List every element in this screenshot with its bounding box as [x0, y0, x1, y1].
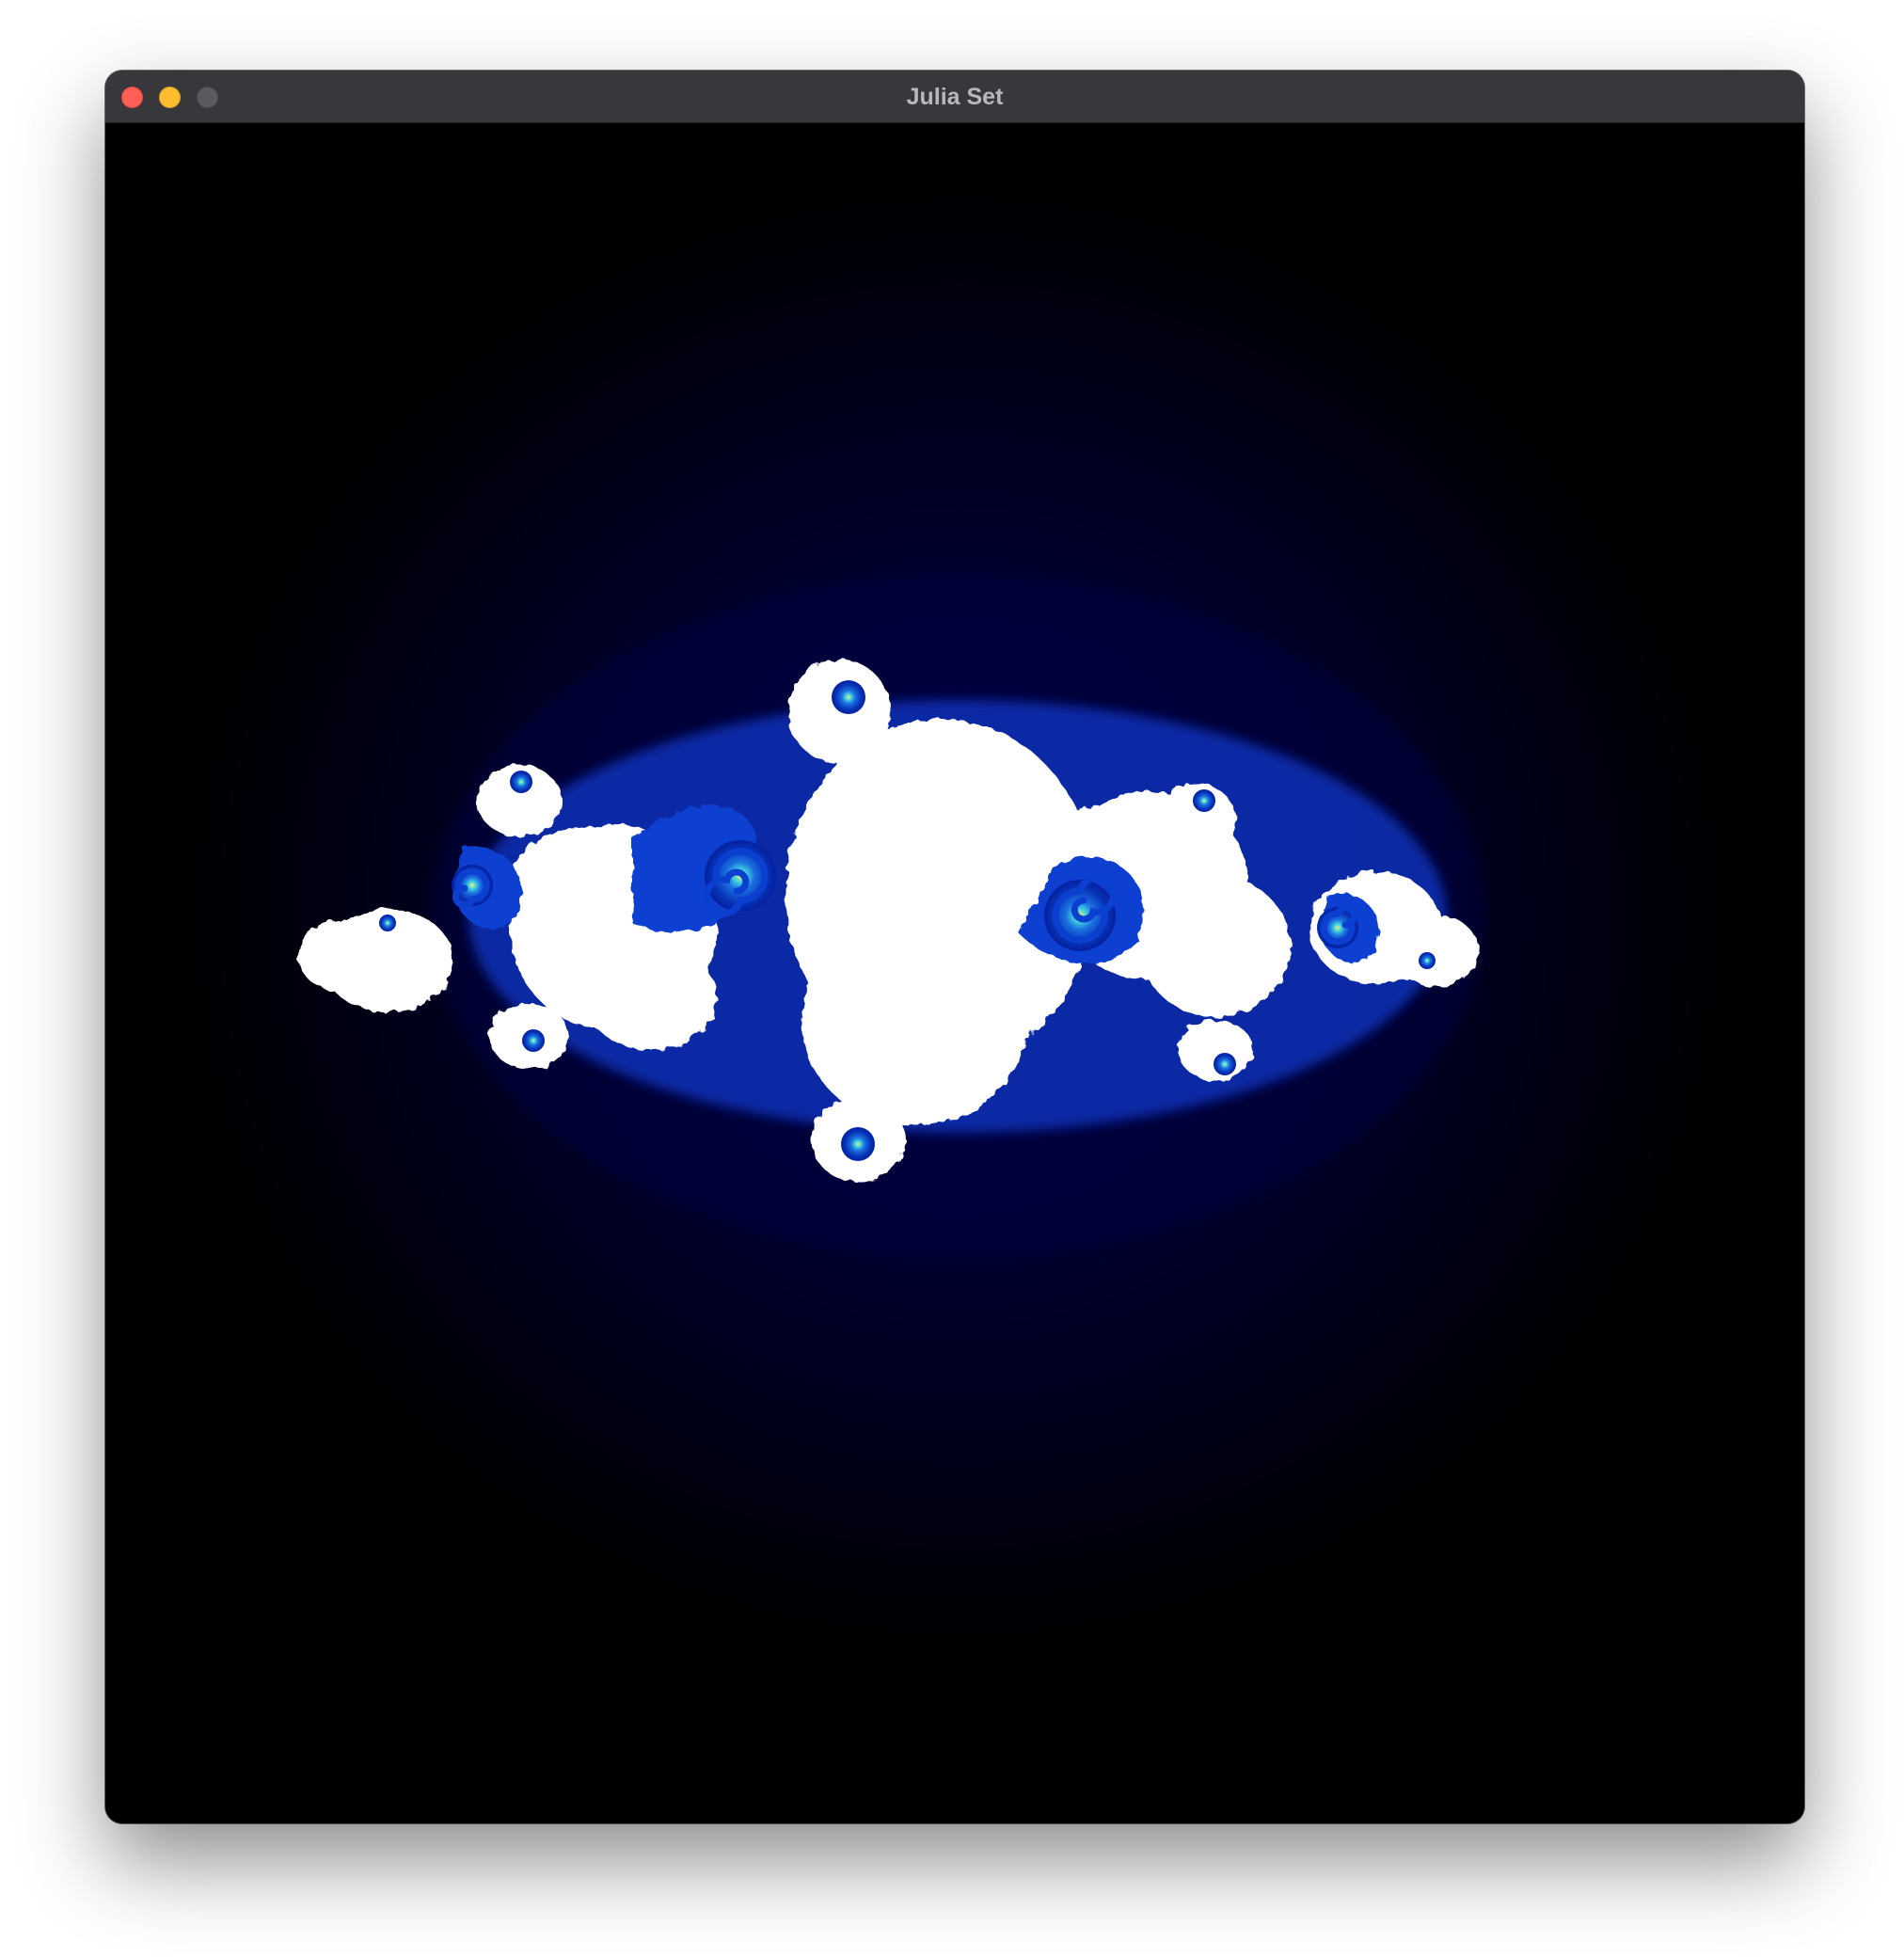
fractal-canvas[interactable]	[105, 123, 1804, 1823]
title-bar[interactable]: Julia Set	[105, 71, 1804, 123]
julia-set-image	[177, 173, 1738, 1660]
app-window: Julia Set	[105, 71, 1804, 1823]
window-title: Julia Set	[906, 84, 1004, 110]
